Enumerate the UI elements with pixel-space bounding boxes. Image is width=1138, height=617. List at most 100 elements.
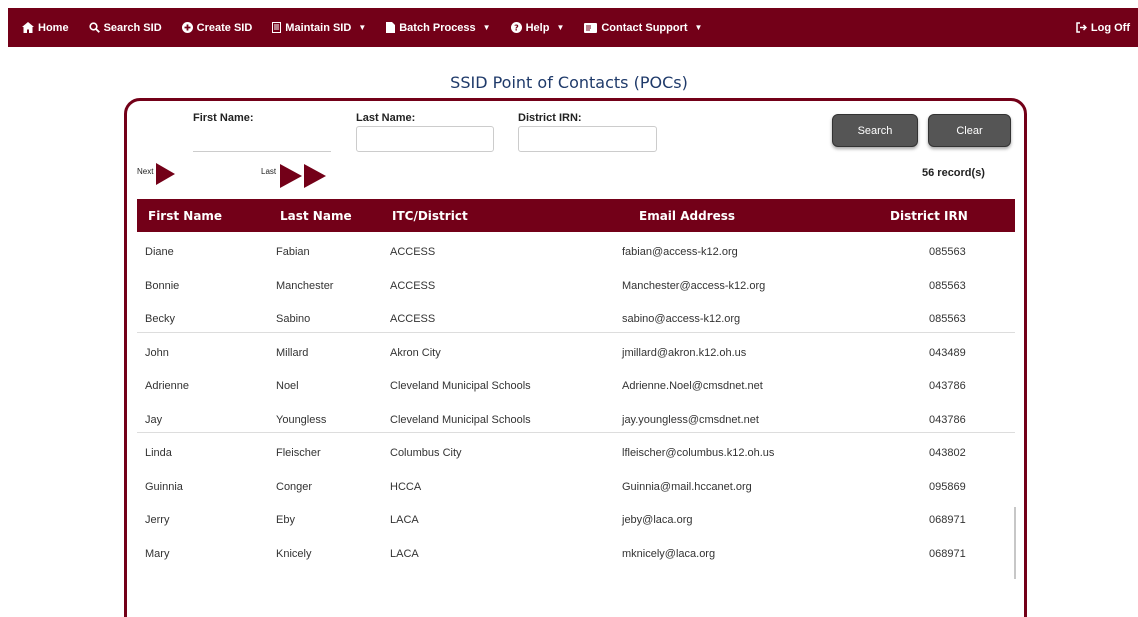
cell-email: jay.youngless@cmsdnet.net xyxy=(622,413,759,426)
cell-last-name: Youngless xyxy=(276,413,327,426)
chevron-down-icon: ▼ xyxy=(482,23,491,32)
table-row[interactable]: Bonnie Manchester ACCESS Manchester@acce… xyxy=(137,266,1015,300)
cell-itc-district: HCCA xyxy=(390,480,422,493)
cell-itc-district: Cleveland Municipal Schools xyxy=(390,380,531,392)
cell-first-name: Jay xyxy=(145,413,163,426)
records-count: 56 record(s) xyxy=(922,167,985,179)
district-irn-label: District IRN: xyxy=(518,112,582,124)
cell-district-irn: 085563 xyxy=(929,246,966,258)
cell-email: Adrienne.Noel@cmsdnet.net xyxy=(622,380,763,392)
table-row[interactable]: Becky Sabino ACCESS sabino@access-k12.or… xyxy=(137,299,1015,333)
cell-district-irn: 043786 xyxy=(929,380,966,392)
table-row[interactable]: Jay Youngless Cleveland Municipal School… xyxy=(137,400,1015,433)
nav-log-off[interactable]: Log Off xyxy=(1076,22,1130,34)
nav-home[interactable]: Home xyxy=(22,22,69,34)
table-row[interactable]: Mary Knicely LACA mknicely@laca.org 0689… xyxy=(137,534,1015,568)
cell-first-name: Linda xyxy=(145,447,172,459)
cell-district-irn: 085563 xyxy=(929,313,966,325)
header-first-name[interactable]: First Name xyxy=(148,209,222,223)
cell-itc-district: Cleveland Municipal Schools xyxy=(390,413,531,426)
cell-itc-district: LACA xyxy=(390,547,419,560)
first-name-input[interactable] xyxy=(193,126,331,152)
cell-email: lfleischer@columbus.k12.oh.us xyxy=(622,447,775,459)
cell-email: Manchester@access-k12.org xyxy=(622,279,766,292)
cell-email: mknicely@laca.org xyxy=(622,547,716,560)
table-body: Diane Fabian ACCESS fabian@access-k12.or… xyxy=(137,232,1015,567)
cell-first-name: Mary xyxy=(145,547,170,560)
clear-button[interactable]: Clear xyxy=(928,114,1011,147)
table-row[interactable]: Adrienne Noel Cleveland Municipal School… xyxy=(137,366,1015,400)
cell-itc-district: ACCESS xyxy=(390,279,436,292)
nav-help[interactable]: ? Help ▼ xyxy=(510,21,565,34)
cell-first-name: Jerry xyxy=(145,514,170,526)
last-name-label: Last Name: xyxy=(356,112,416,124)
cell-email: jmillard@akron.k12.oh.us xyxy=(622,346,747,359)
file-icon xyxy=(386,22,396,33)
cell-first-name: Guinnia xyxy=(145,480,183,493)
sign-out-icon xyxy=(1076,22,1087,33)
cell-last-name: Knicely xyxy=(276,547,312,560)
nav-contact-support-label: Contact Support xyxy=(601,21,688,34)
cell-district-irn: 043489 xyxy=(929,346,966,359)
chevron-down-icon: ▼ xyxy=(556,23,565,32)
nav-create-sid-label: Create SID xyxy=(196,21,253,34)
cell-district-irn: 085563 xyxy=(929,279,966,292)
id-card-icon xyxy=(584,22,598,33)
cell-first-name: Diane xyxy=(145,246,174,258)
nav-create-sid[interactable]: Create SID xyxy=(181,21,253,34)
cell-last-name: Noel xyxy=(276,380,299,392)
page-title: SSID Point of Contacts (POCs) xyxy=(450,73,688,92)
cell-itc-district: ACCESS xyxy=(390,313,436,325)
cell-itc-district: ACCESS xyxy=(390,246,436,258)
cell-last-name: Eby xyxy=(276,514,295,526)
nav-search-sid-label: Search SID xyxy=(103,21,162,34)
nav-maintain-sid[interactable]: Maintain SID ▼ xyxy=(272,22,366,34)
header-email-address[interactable]: Email Address xyxy=(639,209,735,223)
next-page-icon[interactable] xyxy=(156,163,175,190)
header-itc-district[interactable]: ITC/District xyxy=(392,209,468,223)
nav-log-off-label: Log Off xyxy=(1090,21,1130,34)
nav-batch-process[interactable]: Batch Process ▼ xyxy=(386,21,491,34)
table-scrollbar[interactable] xyxy=(1014,507,1016,579)
cell-itc-district: LACA xyxy=(390,514,419,526)
table-header: First Name Last Name ITC/District Email … xyxy=(137,199,1015,232)
cell-last-name: Millard xyxy=(276,346,309,359)
next-page-label: Next xyxy=(137,167,154,176)
cell-itc-district: Columbus City xyxy=(390,447,462,459)
cell-first-name: Bonnie xyxy=(145,279,180,292)
cell-email: fabian@access-k12.org xyxy=(622,246,738,258)
nav-contact-support[interactable]: Contact Support ▼ xyxy=(584,22,702,34)
table-row[interactable]: Diane Fabian ACCESS fabian@access-k12.or… xyxy=(137,232,1015,266)
table-row[interactable]: Guinnia Conger HCCA Guinnia@mail.hccanet… xyxy=(137,467,1015,501)
table-row[interactable]: Linda Fleischer Columbus City lfleischer… xyxy=(137,433,1015,467)
last-name-input[interactable] xyxy=(356,126,494,152)
cell-last-name: Manchester xyxy=(276,279,334,292)
cell-last-name: Fleischer xyxy=(276,447,321,459)
top-navbar: Home Search SID Create SID Maintain SID … xyxy=(8,8,1138,47)
home-icon xyxy=(22,22,34,33)
table-row[interactable]: John Millard Akron City jmillard@akron.k… xyxy=(137,333,1015,367)
search-button[interactable]: Search xyxy=(832,114,918,147)
cell-first-name: Becky xyxy=(145,313,175,325)
cell-district-irn: 043786 xyxy=(929,413,966,426)
header-last-name[interactable]: Last Name xyxy=(280,209,352,223)
cell-last-name: Fabian xyxy=(276,246,310,258)
nav-home-label: Home xyxy=(38,21,69,34)
first-name-label: First Name: xyxy=(193,112,254,124)
last-page-icon[interactable] xyxy=(280,164,326,193)
district-irn-input[interactable] xyxy=(518,126,657,152)
header-district-irn[interactable]: District IRN xyxy=(890,209,968,223)
chevron-down-icon: ▼ xyxy=(358,23,367,32)
cell-district-irn: 068971 xyxy=(929,547,966,560)
table-row[interactable]: Jerry Eby LACA jeby@laca.org 068971 xyxy=(137,500,1015,534)
nav-batch-process-label: Batch Process xyxy=(399,21,476,34)
last-page-label: Last xyxy=(261,167,277,176)
cell-email: Guinnia@mail.hccanet.org xyxy=(622,480,752,493)
cell-email: jeby@laca.org xyxy=(622,514,693,526)
chevron-down-icon: ▼ xyxy=(694,23,703,32)
cell-last-name: Sabino xyxy=(276,313,311,325)
nav-search-sid[interactable]: Search SID xyxy=(88,21,162,34)
nav-help-label: Help xyxy=(525,21,550,34)
search-icon xyxy=(88,22,100,33)
cell-district-irn: 068971 xyxy=(929,514,966,526)
